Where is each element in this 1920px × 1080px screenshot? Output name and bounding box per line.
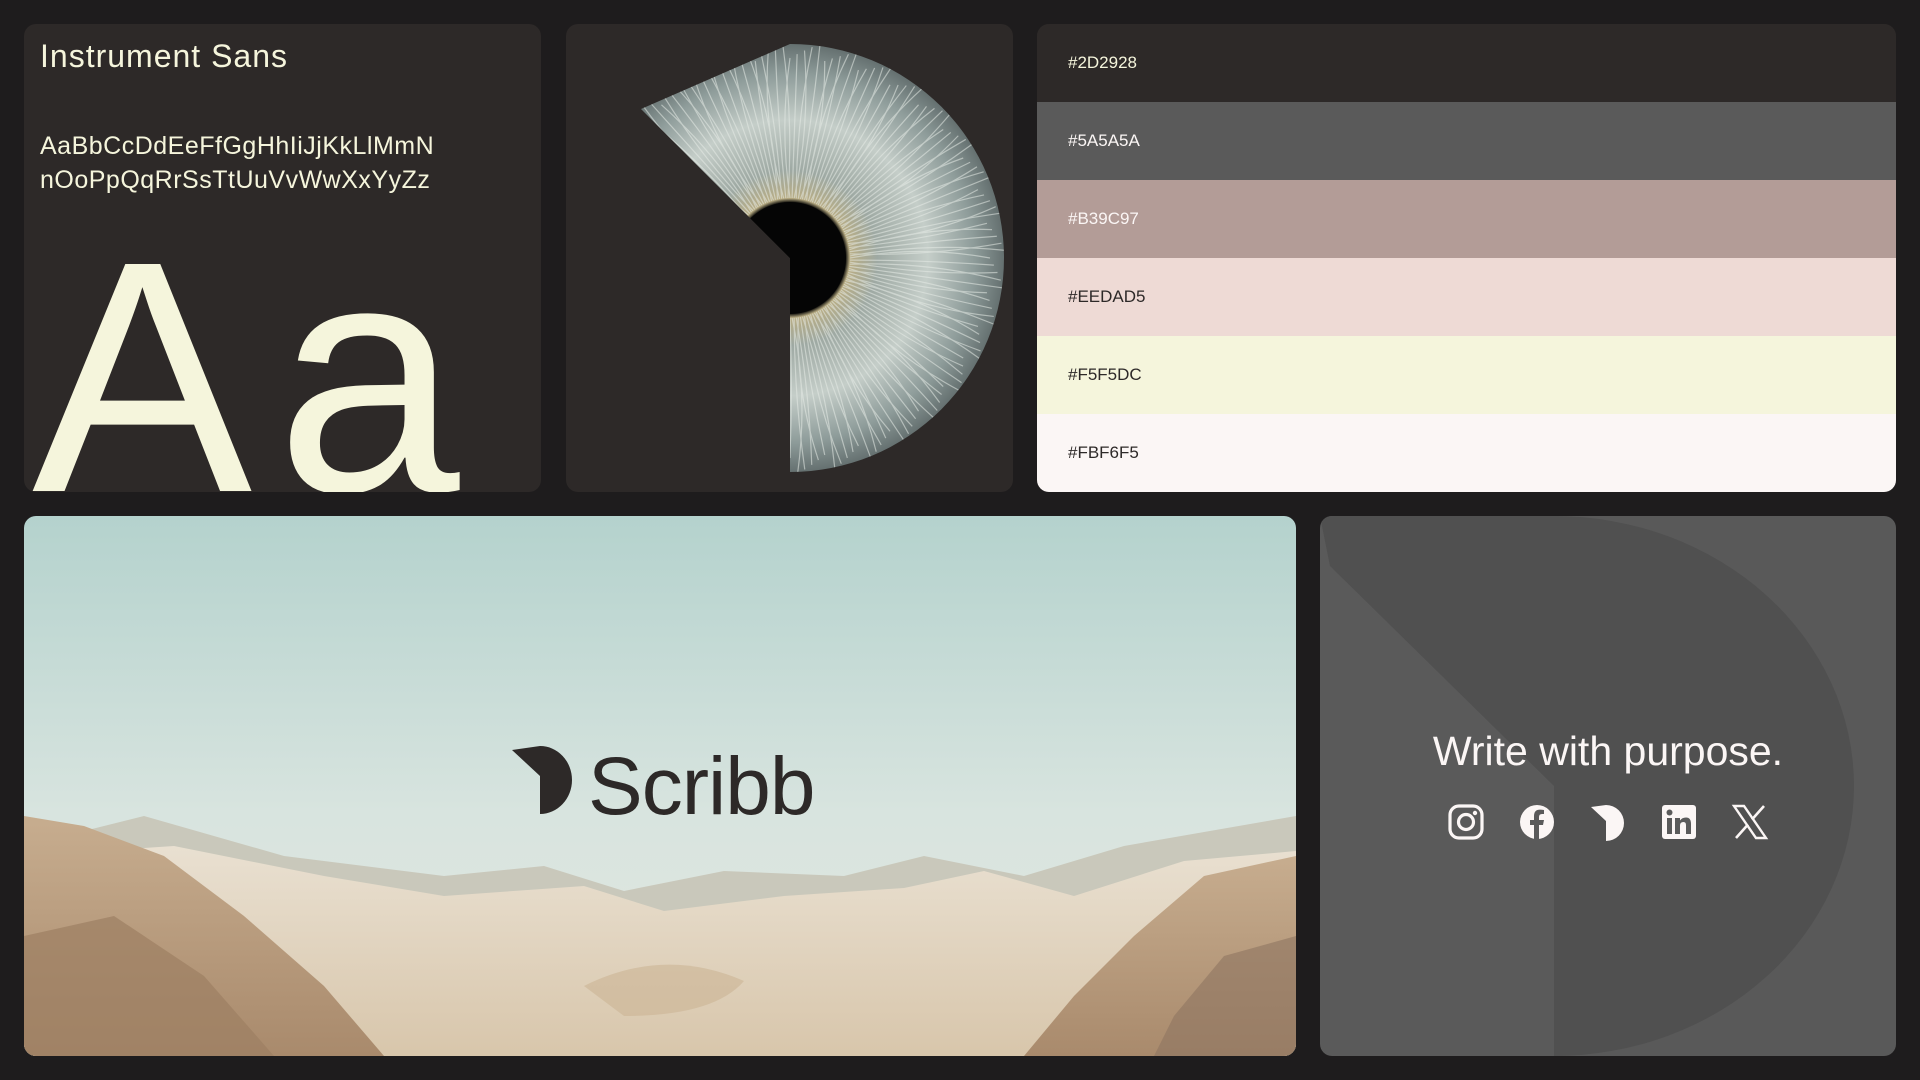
linkedin-icon[interactable] (1659, 802, 1699, 842)
instagram-icon[interactable] (1446, 802, 1486, 842)
iris-image (641, 44, 1004, 472)
palette-swatch: #B39C97 (1037, 180, 1896, 258)
swatch-hex-label: #5A5A5A (1068, 131, 1140, 150)
color-palette: #2D2928 #5A5A5A #B39C97 #EEDAD5 #F5F5DC #FBF6… (1037, 24, 1896, 492)
tagline-card: Write with purpose. (1320, 516, 1896, 1056)
palette-swatch: #F5F5DC (1037, 336, 1896, 414)
swatch-hex-label: #2D2928 (1068, 53, 1138, 72)
social-links (1320, 802, 1896, 846)
brand-name: Scribb (588, 741, 815, 832)
palette-swatch: #2D2928 (1037, 24, 1896, 102)
x-icon[interactable] (1730, 802, 1770, 842)
tagline: Write with purpose. (1432, 728, 1784, 774)
swatch-hex-label: #FBF6F5 (1068, 443, 1139, 462)
alphabet-line-1: AaBbCcDdEeFfGgHhIiJjKkLlMmN (40, 132, 435, 160)
type-sample: Aa (32, 192, 484, 493)
alphabet-line-2: nOoPpQqRrSsTtUuVvWwXxYyZz (40, 166, 431, 194)
swatch-hex-label: #F5F5DC (1068, 365, 1142, 384)
iris-card (566, 24, 1013, 492)
hero-landscape: Scribb (24, 516, 1296, 1056)
swatch-hex-label: #B39C97 (1068, 209, 1139, 228)
palette-swatch: #FBF6F5 (1037, 414, 1896, 492)
scribb-logo-icon (512, 746, 572, 814)
brand-mark-watermark (1320, 516, 1896, 1056)
scribb-icon[interactable] (1588, 802, 1628, 842)
palette-swatch: #EEDAD5 (1037, 258, 1896, 336)
facebook-icon[interactable] (1517, 802, 1557, 842)
palette-swatch: #5A5A5A (1037, 102, 1896, 180)
typography-card: Instrument Sans AaBbCcDdEeFfGgHhIiJjKkLl… (24, 24, 541, 492)
swatch-hex-label: #EEDAD5 (1068, 287, 1146, 306)
font-name: Instrument Sans (40, 38, 288, 74)
